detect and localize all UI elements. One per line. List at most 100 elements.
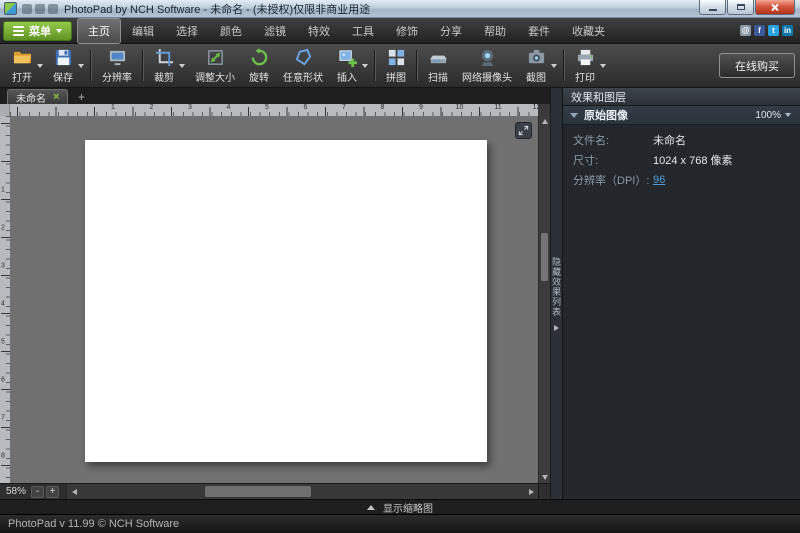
scroll-left-button[interactable] xyxy=(67,484,81,499)
titlebar: PhotoPad by NCH Software - 未命名 - (未授权)仅限… xyxy=(0,0,800,18)
app-icon xyxy=(4,2,17,15)
menu-tabs: 主页 编辑 选择 颜色 滤镜 特效 工具 修饰 分享 帮助 套件 收藏夹 xyxy=(77,18,616,44)
insert-button[interactable]: 插入 xyxy=(330,46,371,85)
scroll-left-icon xyxy=(72,489,77,495)
menu-tab-edit[interactable]: 编辑 xyxy=(121,18,165,44)
menu-tab-retouch[interactable]: 修饰 xyxy=(385,18,429,44)
zoom-out-button[interactable]: - xyxy=(31,486,44,498)
collapse-right-icon xyxy=(554,325,559,331)
fullscreen-button[interactable] xyxy=(515,122,532,139)
chevron-down-icon xyxy=(37,64,43,68)
rotate-icon xyxy=(250,48,269,67)
freeform-button[interactable]: 任意形状 xyxy=(276,46,330,85)
toolbar-separator xyxy=(374,50,376,81)
menu-tab-select[interactable]: 选择 xyxy=(165,18,209,44)
hamburger-icon xyxy=(13,26,24,36)
zoom-in-button[interactable]: + xyxy=(46,486,59,498)
opacity-value: 100% xyxy=(755,110,781,121)
dpi-value-link[interactable]: 96 xyxy=(653,174,665,186)
menu-tab-home[interactable]: 主页 xyxy=(77,18,121,44)
document-tab-bar: 未命名 × + xyxy=(0,88,550,104)
save-button[interactable]: 保存 xyxy=(46,46,87,85)
chevron-down-icon xyxy=(56,29,62,33)
opacity-dropdown[interactable]: 100% xyxy=(755,110,793,121)
menu-tab-color[interactable]: 颜色 xyxy=(209,18,253,44)
new-tab-button[interactable]: + xyxy=(73,90,89,104)
ruler-row: 123456789101112 xyxy=(0,104,550,116)
dpi-row: 分辨率（DPI）: 96 xyxy=(563,170,800,190)
screenshot-button[interactable]: 截图 xyxy=(519,46,560,85)
chevron-down-icon xyxy=(785,113,791,117)
buy-online-button[interactable]: 在线购买 xyxy=(719,53,795,78)
close-button[interactable] xyxy=(755,0,795,15)
vertical-scrollbar-thumb[interactable] xyxy=(541,233,548,281)
chevron-down-icon xyxy=(551,64,557,68)
linkedin-icon[interactable]: in xyxy=(782,25,793,36)
menu-tab-share[interactable]: 分享 xyxy=(429,18,473,44)
horizontal-scrollbar-track[interactable] xyxy=(81,484,524,499)
ruler-number: 9 xyxy=(419,104,423,111)
scroll-right-button[interactable] xyxy=(524,484,538,499)
horizontal-scrollbar-thumb[interactable] xyxy=(205,486,311,497)
scrollbar-corner xyxy=(538,104,550,116)
chevron-up-icon xyxy=(367,505,375,510)
horizontal-scrollbar[interactable] xyxy=(66,484,538,499)
close-icon xyxy=(770,3,780,12)
resize-button[interactable]: 调整大小 xyxy=(188,46,242,85)
zoom-level[interactable]: 58% xyxy=(6,486,26,497)
crop-icon xyxy=(155,48,174,67)
resize-icon xyxy=(206,48,225,67)
toolbar-separator xyxy=(416,50,418,81)
open-button[interactable]: 打开 xyxy=(5,46,46,85)
twitter-icon[interactable]: t xyxy=(768,25,779,36)
scroll-right-icon xyxy=(529,489,534,495)
menu-tab-suite[interactable]: 套件 xyxy=(517,18,561,44)
menubar: 菜单 主页 编辑 选择 颜色 滤镜 特效 工具 修饰 分享 帮助 套件 收藏夹 … xyxy=(0,18,800,44)
canvas-viewport[interactable] xyxy=(10,116,538,483)
maximize-button[interactable] xyxy=(727,0,754,15)
image-canvas[interactable] xyxy=(85,140,487,462)
scroll-down-icon[interactable] xyxy=(542,475,548,480)
ruler-number: 6 xyxy=(1,377,5,384)
photopad-window: PhotoPad by NCH Software - 未命名 - (未授权)仅限… xyxy=(0,0,800,533)
document-tab[interactable]: 未命名 × xyxy=(7,89,68,104)
filename-value: 未命名 xyxy=(653,132,686,148)
menu-tab-tools[interactable]: 工具 xyxy=(341,18,385,44)
scroll-up-icon[interactable] xyxy=(542,119,548,124)
canvas-row: 12345678 xyxy=(0,116,550,483)
hide-effects-panel-handle[interactable]: 隐藏效果列表 xyxy=(550,88,562,499)
ruler-number: 6 xyxy=(304,104,308,111)
scan-button[interactable]: 扫描 xyxy=(421,46,455,85)
crop-button[interactable]: 裁剪 xyxy=(147,46,188,85)
resolution-button[interactable]: 分辨率 xyxy=(95,46,139,85)
print-button[interactable]: 打印 xyxy=(568,46,609,85)
save-icon xyxy=(54,48,73,67)
minimize-button[interactable] xyxy=(699,0,726,15)
menu-tab-filters[interactable]: 滤镜 xyxy=(253,18,297,44)
ruler-number: 4 xyxy=(1,301,5,308)
mail-icon[interactable]: @ xyxy=(740,25,751,36)
ruler-number: 12 xyxy=(533,104,538,111)
size-row: 尺寸: 1024 x 768 像素 xyxy=(563,150,800,170)
collage-button[interactable]: 拼图 xyxy=(379,46,413,85)
section-collapse-icon[interactable] xyxy=(570,113,578,118)
menu-tab-favorites[interactable]: 收藏夹 xyxy=(561,18,616,44)
close-tab-icon[interactable]: × xyxy=(53,92,59,103)
rotate-button[interactable]: 旋转 xyxy=(242,46,276,85)
facebook-icon[interactable]: f xyxy=(754,25,765,36)
vertical-ruler: 12345678 xyxy=(0,116,10,483)
section-title: 原始图像 xyxy=(584,107,755,123)
menu-button[interactable]: 菜单 xyxy=(3,21,72,41)
menu-tab-help[interactable]: 帮助 xyxy=(473,18,517,44)
vertical-scrollbar[interactable] xyxy=(538,116,550,483)
titlebar-glyph-icon xyxy=(48,4,58,14)
menu-button-label: 菜单 xyxy=(29,23,51,39)
toolbar: 打开 保存 分辨率 裁剪 调整大小 旋转 任意形状 xyxy=(0,44,800,88)
ruler-number: 8 xyxy=(1,453,5,460)
ruler-number: 7 xyxy=(342,104,346,111)
menu-tab-effects[interactable]: 特效 xyxy=(297,18,341,44)
maximize-icon xyxy=(737,4,745,10)
original-image-section[interactable]: 原始图像 100% xyxy=(563,106,800,125)
show-thumbnails-bar[interactable]: 显示缩略图 xyxy=(0,499,800,514)
webcam-button[interactable]: 网络摄像头 xyxy=(455,46,519,85)
